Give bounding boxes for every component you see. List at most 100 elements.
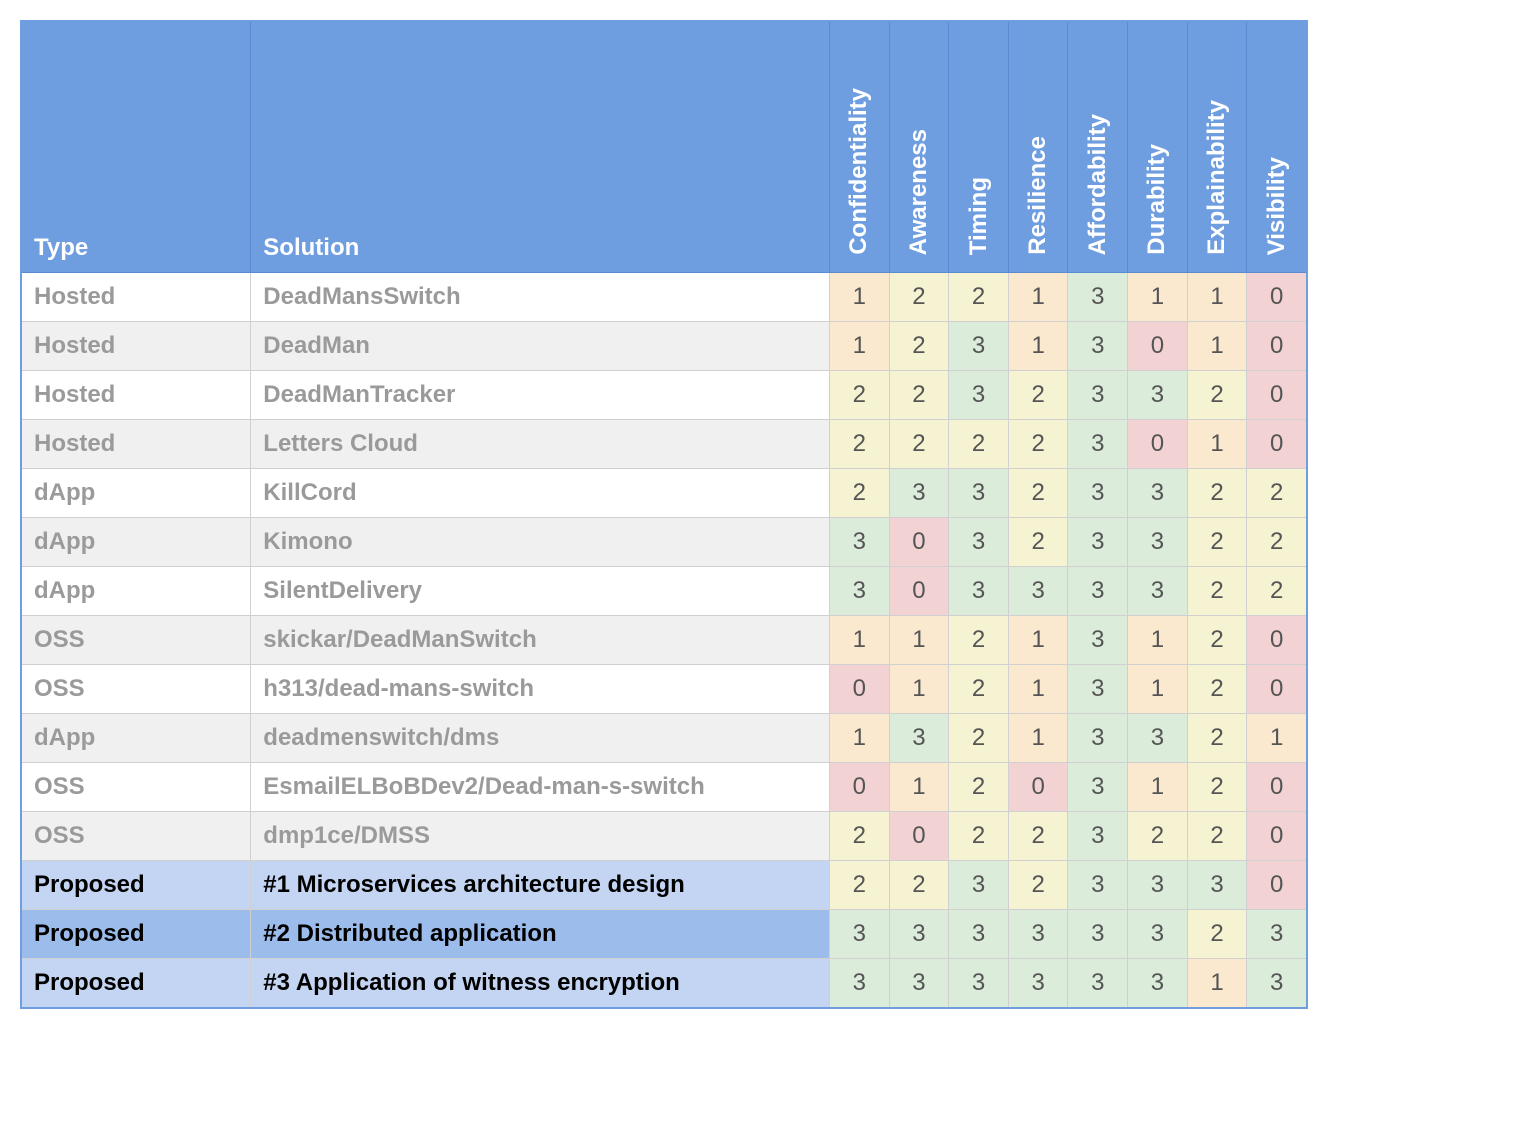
cell-score: 2 — [1247, 518, 1307, 567]
cell-score: 1 — [1008, 273, 1068, 322]
cell-score: 1 — [889, 665, 949, 714]
cell-score: 3 — [949, 371, 1009, 420]
cell-type: OSS — [21, 812, 251, 861]
cell-score: 3 — [1008, 959, 1068, 1009]
table-header-row: Type Solution Confidentiality Awareness … — [21, 21, 1307, 273]
cell-solution: dmp1ce/DMSS — [251, 812, 830, 861]
cell-score: 1 — [1187, 322, 1247, 371]
cell-score: 2 — [1187, 469, 1247, 518]
header-solution: Solution — [251, 21, 830, 273]
cell-score: 3 — [1247, 910, 1307, 959]
cell-score: 2 — [830, 861, 890, 910]
cell-score: 2 — [1247, 469, 1307, 518]
cell-score: 1 — [1128, 763, 1188, 812]
cell-score: 2 — [1008, 420, 1068, 469]
cell-score: 2 — [830, 469, 890, 518]
header-metric-label: Timing — [965, 177, 993, 255]
cell-type: Hosted — [21, 322, 251, 371]
cell-score: 3 — [1068, 567, 1128, 616]
cell-score: 3 — [949, 567, 1009, 616]
cell-score: 2 — [1187, 812, 1247, 861]
cell-score: 2 — [1187, 567, 1247, 616]
cell-score: 0 — [1128, 420, 1188, 469]
header-timing: Timing — [949, 21, 1009, 273]
cell-type: Proposed — [21, 910, 251, 959]
cell-score: 1 — [1008, 714, 1068, 763]
header-metric-label: Visibility — [1263, 157, 1291, 255]
cell-score: 2 — [1187, 616, 1247, 665]
cell-solution: skickar/DeadManSwitch — [251, 616, 830, 665]
header-affordability: Affordability — [1068, 21, 1128, 273]
cell-score: 2 — [1187, 714, 1247, 763]
cell-score: 3 — [889, 959, 949, 1009]
cell-score: 1 — [830, 273, 890, 322]
cell-score: 1 — [1187, 420, 1247, 469]
cell-score: 2 — [1128, 812, 1188, 861]
cell-score: 0 — [1247, 616, 1307, 665]
cell-score: 3 — [830, 910, 890, 959]
cell-score: 2 — [949, 273, 1009, 322]
table-row: Proposed#2 Distributed application333333… — [21, 910, 1307, 959]
cell-score: 3 — [1068, 714, 1128, 763]
cell-score: 2 — [949, 616, 1009, 665]
cell-score: 3 — [1128, 469, 1188, 518]
cell-score: 2 — [830, 420, 890, 469]
cell-type: Hosted — [21, 420, 251, 469]
comparison-table: Type Solution Confidentiality Awareness … — [20, 20, 1308, 1009]
header-explainability: Explainability — [1187, 21, 1247, 273]
cell-solution: #3 Application of witness encryption — [251, 959, 830, 1009]
cell-score: 1 — [830, 616, 890, 665]
table-row: Proposed#1 Microservices architecture de… — [21, 861, 1307, 910]
cell-solution: deadmenswitch/dms — [251, 714, 830, 763]
header-metric-label: Explainability — [1203, 100, 1231, 255]
cell-type: dApp — [21, 714, 251, 763]
table-row: dAppSilentDelivery30333322 — [21, 567, 1307, 616]
cell-score: 1 — [1187, 959, 1247, 1009]
table-row: HostedDeadMansSwitch12213110 — [21, 273, 1307, 322]
cell-score: 2 — [1008, 812, 1068, 861]
cell-score: 3 — [830, 567, 890, 616]
cell-score: 0 — [1247, 812, 1307, 861]
cell-score: 2 — [949, 763, 1009, 812]
cell-score: 0 — [1247, 420, 1307, 469]
table-body: HostedDeadMansSwitch12213110HostedDeadMa… — [21, 273, 1307, 1009]
cell-score: 3 — [1068, 616, 1128, 665]
header-resilience: Resilience — [1008, 21, 1068, 273]
cell-score: 2 — [1008, 518, 1068, 567]
cell-score: 3 — [1187, 861, 1247, 910]
cell-score: 0 — [830, 665, 890, 714]
cell-score: 1 — [889, 616, 949, 665]
table-row: OSSdmp1ce/DMSS20223220 — [21, 812, 1307, 861]
cell-score: 2 — [949, 714, 1009, 763]
header-metric-label: Confidentiality — [845, 88, 873, 255]
cell-score: 0 — [830, 763, 890, 812]
cell-type: Proposed — [21, 861, 251, 910]
cell-type: Hosted — [21, 273, 251, 322]
header-type: Type — [21, 21, 251, 273]
cell-score: 3 — [1128, 518, 1188, 567]
cell-score: 3 — [1008, 567, 1068, 616]
cell-score: 3 — [1068, 371, 1128, 420]
cell-score: 2 — [889, 322, 949, 371]
cell-score: 2 — [889, 861, 949, 910]
table-row: dAppKillCord23323322 — [21, 469, 1307, 518]
cell-score: 2 — [949, 665, 1009, 714]
cell-score: 3 — [1008, 910, 1068, 959]
cell-score: 3 — [889, 910, 949, 959]
cell-score: 3 — [830, 959, 890, 1009]
header-metric-label: Durability — [1143, 144, 1171, 255]
table-row: HostedDeadMan12313010 — [21, 322, 1307, 371]
cell-score: 2 — [1187, 665, 1247, 714]
cell-solution: DeadMan — [251, 322, 830, 371]
header-metric-label: Resilience — [1024, 136, 1052, 255]
cell-score: 3 — [1247, 959, 1307, 1009]
cell-score: 3 — [1068, 665, 1128, 714]
cell-score: 2 — [949, 420, 1009, 469]
cell-score: 0 — [1247, 861, 1307, 910]
cell-score: 1 — [1128, 616, 1188, 665]
cell-score: 3 — [1068, 469, 1128, 518]
cell-type: dApp — [21, 469, 251, 518]
table-row: HostedLetters Cloud22223010 — [21, 420, 1307, 469]
cell-score: 2 — [1187, 763, 1247, 812]
cell-score: 3 — [1068, 518, 1128, 567]
